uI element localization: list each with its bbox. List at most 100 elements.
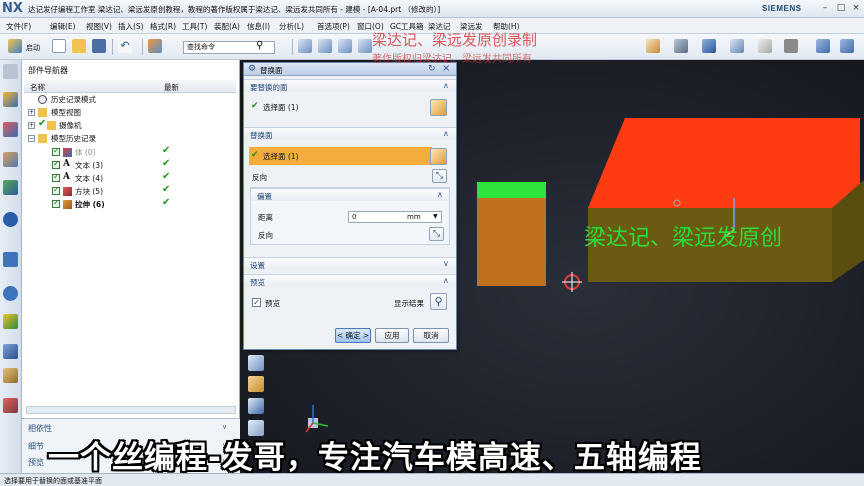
save-icon[interactable] xyxy=(92,39,106,53)
chevron-up-icon[interactable]: ∧ xyxy=(443,81,449,90)
process-studio-icon[interactable] xyxy=(3,344,18,359)
chevron-down-icon[interactable]: ∨ xyxy=(443,259,449,268)
visibility-checkbox[interactable] xyxy=(52,146,60,156)
tree-item-history-mode[interactable]: 历史记录模式 xyxy=(28,94,228,106)
menu-view[interactable]: 视图(V) xyxy=(86,21,112,32)
close-icon[interactable]: × xyxy=(851,3,861,13)
section-face-to-replace[interactable]: 要替换的面 ∧ xyxy=(244,79,456,92)
start-icon[interactable] xyxy=(8,39,22,53)
face-select-cube-icon[interactable] xyxy=(430,148,447,165)
color-icon[interactable] xyxy=(784,39,798,53)
open-folder-icon[interactable] xyxy=(72,39,86,53)
tree-item-extrude-6[interactable]: 拉伸 (6) ✔ xyxy=(52,197,236,211)
brown-block[interactable] xyxy=(477,198,546,286)
menu-info[interactable]: 信息(I) xyxy=(247,21,270,32)
section-settings[interactable]: 设置 ∨ xyxy=(244,257,456,270)
section-preview-dialog[interactable]: 预览 ∧ xyxy=(244,274,456,287)
section-details[interactable]: 细节 xyxy=(28,441,44,452)
chevron-up-icon[interactable]: ∧ xyxy=(437,190,443,199)
tree-item-model-views[interactable]: + 模型视图 xyxy=(28,107,228,119)
system-materials-icon[interactable] xyxy=(3,314,18,329)
menu-edit[interactable]: 编辑(E) xyxy=(50,21,76,32)
assembly-navigator-icon[interactable] xyxy=(3,122,18,137)
tree-item-text-3[interactable]: A 文本 (3) ✔ xyxy=(52,158,236,172)
tree-item-text-4[interactable]: A 文本 (4) ✔ xyxy=(52,171,236,185)
section-replacement-face[interactable]: 替换面 ∧ xyxy=(244,127,456,140)
section-offset[interactable]: 偏置 ∧ xyxy=(251,188,449,201)
history-icon[interactable] xyxy=(3,286,18,301)
apply-button[interactable]: 应用 xyxy=(375,328,409,343)
visibility-checkbox[interactable] xyxy=(52,198,60,208)
feature-icon[interactable] xyxy=(298,39,312,53)
section-preview[interactable]: 预览 xyxy=(28,457,44,468)
menu-tools[interactable]: 工具(T) xyxy=(182,21,207,32)
snap-icon[interactable] xyxy=(840,39,854,53)
menu-assembly[interactable]: 装配(A) xyxy=(214,21,240,32)
fit-view-icon[interactable] xyxy=(646,39,660,53)
replacement-face[interactable] xyxy=(477,182,546,198)
red-top-face[interactable] xyxy=(588,118,860,208)
select-face-replacement[interactable]: ✔ 选择面 (1) xyxy=(249,147,432,165)
chevron-up-icon[interactable]: ∧ xyxy=(443,276,449,285)
roles-icon[interactable] xyxy=(3,398,18,413)
reuse-library-icon[interactable] xyxy=(3,180,18,195)
rotate-view-icon[interactable] xyxy=(674,39,688,53)
distance-unit[interactable]: mm xyxy=(407,212,421,222)
view-orient-icon[interactable] xyxy=(730,39,744,53)
menu-format[interactable]: 格式(R) xyxy=(150,21,176,32)
cancel-button[interactable]: 取消 xyxy=(413,328,449,343)
start-label[interactable]: 启动 xyxy=(26,43,40,53)
minimize-icon[interactable]: – xyxy=(820,3,830,13)
menu-insert[interactable]: 插入(S) xyxy=(118,21,144,32)
view-tool-icon[interactable] xyxy=(248,376,264,392)
snap-icon[interactable] xyxy=(816,39,830,53)
undo-icon[interactable]: ↶ xyxy=(118,39,132,53)
reset-icon[interactable]: ↻ xyxy=(428,64,436,74)
maximize-icon[interactable]: □ xyxy=(836,3,846,13)
reverse-direction-icon[interactable]: ⤡ xyxy=(432,169,447,183)
menu-analysis[interactable]: 分析(L) xyxy=(279,21,304,32)
web-browser-icon[interactable] xyxy=(3,212,18,227)
reverse-offset-icon[interactable]: ⤡ xyxy=(429,227,444,241)
new-file-icon[interactable] xyxy=(52,39,66,53)
feature-icon[interactable] xyxy=(318,39,332,53)
search-icon[interactable]: ⚲ xyxy=(256,40,263,51)
view-tool-icon[interactable] xyxy=(248,355,264,371)
collapse-toggle[interactable]: − xyxy=(28,135,35,142)
ok-button[interactable]: < 确定 > xyxy=(335,328,371,343)
gear-icon[interactable] xyxy=(3,64,18,79)
menu-file[interactable]: 文件(F) xyxy=(6,21,31,32)
dropdown-arrow-icon[interactable]: ▼ xyxy=(433,212,438,222)
horizontal-scrollbar[interactable] xyxy=(26,406,236,414)
feature-icon[interactable] xyxy=(338,39,352,53)
visibility-checkbox[interactable] xyxy=(52,159,60,169)
hd3d-icon[interactable] xyxy=(3,252,18,267)
constraint-navigator-icon[interactable] xyxy=(3,152,18,167)
feature-icon[interactable] xyxy=(358,39,372,53)
expand-toggle[interactable]: + xyxy=(28,122,35,129)
view-tool-icon[interactable] xyxy=(248,398,264,414)
part-navigator-icon[interactable] xyxy=(3,92,18,107)
menu-preferences[interactable]: 首选项(P) xyxy=(317,21,350,32)
tree-item-body[interactable]: 体 (0) ✔ xyxy=(52,145,236,159)
distance-input[interactable]: 0 mm ▼ xyxy=(348,211,442,223)
select-filter-icon[interactable] xyxy=(148,39,162,53)
column-latest[interactable]: 最新 xyxy=(164,82,179,93)
face-select-cube-icon[interactable] xyxy=(430,99,447,116)
visibility-checkbox[interactable] xyxy=(52,172,60,182)
tree-item-cameras[interactable]: + ✔ 摄像机 xyxy=(28,118,228,132)
manufacturing-wizard-icon[interactable] xyxy=(3,368,18,383)
layer-icon[interactable] xyxy=(758,39,772,53)
chevron-down-icon[interactable]: ∨ xyxy=(222,423,227,431)
tree-item-model-history[interactable]: − 模型历史记录 xyxy=(28,133,228,145)
expand-toggle[interactable]: + xyxy=(28,109,35,116)
siemens-logo: SIEMENS xyxy=(762,4,802,13)
preview-checkbox[interactable]: ✓ xyxy=(252,298,261,307)
tree-item-block-5[interactable]: 方块 (5) ✔ xyxy=(52,184,236,198)
chevron-up-icon[interactable]: ∧ xyxy=(443,129,449,138)
shaded-cube-icon[interactable] xyxy=(702,39,716,53)
visibility-checkbox[interactable] xyxy=(52,185,60,195)
magnifier-icon[interactable]: ⚲ xyxy=(430,293,447,310)
select-face-target[interactable]: ✔ 选择面 (1) xyxy=(249,98,432,116)
column-name[interactable]: 名称 xyxy=(30,82,45,93)
